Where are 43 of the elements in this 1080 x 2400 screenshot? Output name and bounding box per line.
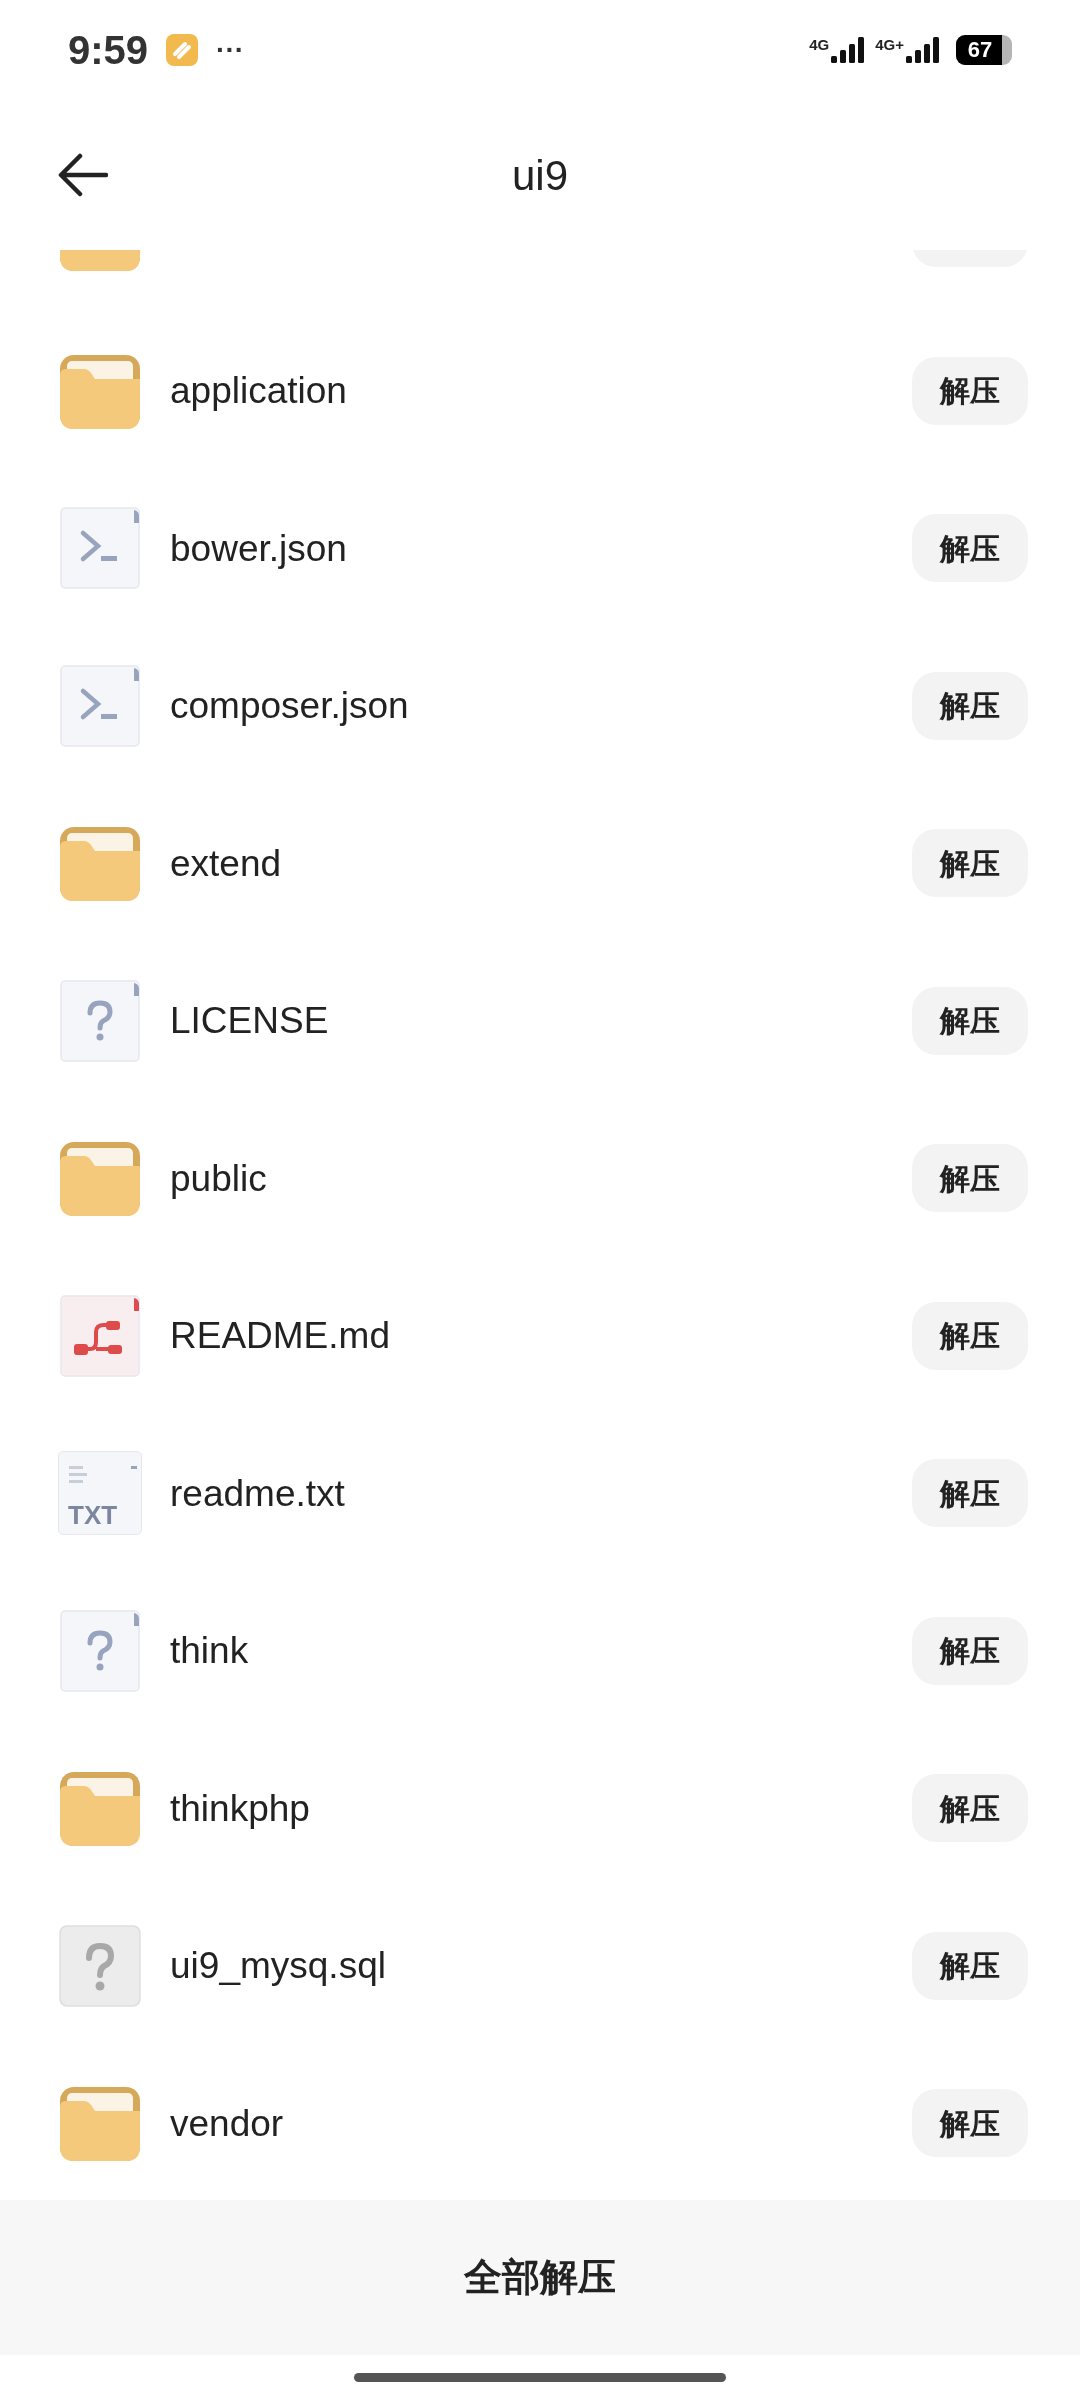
extract-button[interactable]: 解压 bbox=[912, 1144, 1028, 1213]
text-file-icon: TXT bbox=[58, 1451, 142, 1536]
question-file-icon bbox=[58, 1608, 142, 1693]
extract-button[interactable]: 解压 bbox=[912, 1459, 1028, 1528]
terminal-file-icon bbox=[58, 663, 142, 748]
network-type: 4G bbox=[809, 37, 830, 52]
file-name: application bbox=[170, 369, 348, 413]
file-name: extend bbox=[170, 841, 283, 886]
file-name: public bbox=[170, 1156, 268, 1201]
clock: 9:59 bbox=[68, 27, 149, 74]
extract-button[interactable]: 解压 bbox=[912, 356, 1028, 425]
question-file-icon bbox=[58, 978, 142, 1063]
extract-all-button[interactable]: 全部解压 bbox=[0, 2200, 1080, 2355]
app-notification-icon bbox=[166, 34, 199, 66]
extract-button[interactable]: 解压 bbox=[912, 829, 1028, 898]
file-name: think bbox=[170, 1629, 250, 1673]
question-file-icon bbox=[58, 1923, 142, 2008]
extract-button[interactable]: 解压 bbox=[912, 514, 1028, 583]
home-indicator[interactable] bbox=[354, 2373, 726, 2382]
file-name: bower.json bbox=[170, 526, 348, 571]
more-notifications: ··· bbox=[216, 33, 245, 67]
extract-button[interactable]: 解压 bbox=[912, 1931, 1028, 2000]
file-name: composer.json bbox=[170, 684, 410, 728]
back-icon[interactable] bbox=[58, 153, 108, 197]
extract-button[interactable]: 解压 bbox=[912, 1774, 1028, 1843]
extract-button[interactable]: 解压 bbox=[912, 1301, 1028, 1370]
file-name: ui9_mysq.sql bbox=[170, 1944, 387, 1988]
extract-button[interactable]: 解压 bbox=[912, 2089, 1028, 2158]
file-name: README.md bbox=[170, 1314, 391, 1358]
battery-icon: 67 bbox=[956, 35, 1012, 65]
file-name: readme.txt bbox=[170, 1471, 346, 1516]
flow-file-icon bbox=[58, 1293, 142, 1378]
signal-icon bbox=[831, 37, 866, 63]
extract-button[interactable]: 解压 bbox=[912, 986, 1028, 1055]
file-name: LICENSE bbox=[170, 999, 330, 1043]
extract-button[interactable]: 解压 bbox=[912, 1616, 1028, 1685]
terminal-file-icon bbox=[58, 506, 142, 591]
extract-button[interactable]: 解压 bbox=[912, 671, 1028, 740]
file-name: vendor bbox=[170, 2101, 285, 2146]
file-name: thinkphp bbox=[170, 1786, 311, 1831]
network-type: 4G+ bbox=[875, 37, 904, 52]
page-title: ui9 bbox=[511, 150, 569, 201]
signal-icon bbox=[906, 37, 940, 63]
